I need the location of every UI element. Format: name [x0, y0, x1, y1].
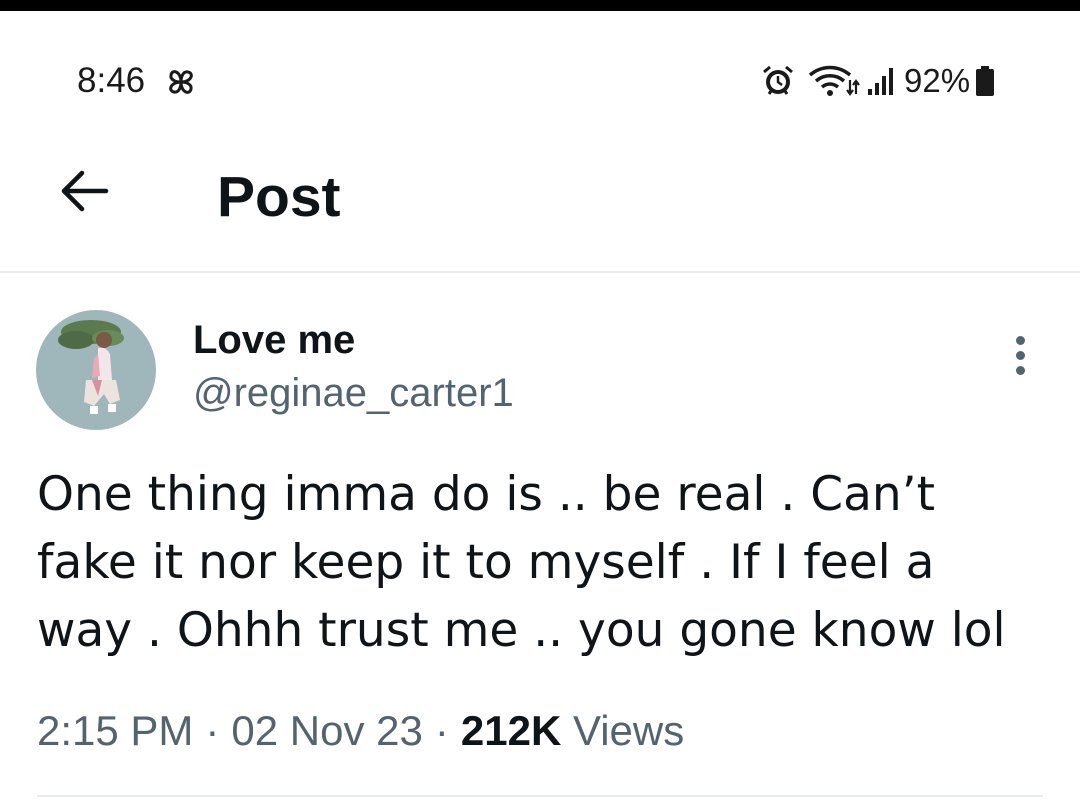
post-time[interactable]: 2:15 PM [37, 707, 193, 754]
post-meta: 2:15 PM · 02 Nov 23 · 212K Views [37, 706, 684, 756]
views-count[interactable]: 212K [461, 707, 561, 754]
views-label: Views [572, 707, 685, 754]
status-time: 8:46 [77, 61, 146, 100]
top-black-bar [0, 0, 1080, 11]
author-handle[interactable]: @reginae_carter1 [193, 370, 514, 416]
more-options-button[interactable] [1002, 336, 1038, 380]
signal-icon [868, 68, 893, 95]
alarm-icon [763, 65, 793, 95]
post-header: Post [0, 111, 1080, 271]
status-icons: 92% [760, 61, 996, 101]
status-bar: 8:46 92% [0, 11, 1080, 111]
post-text: One thing imma do is .. be real . Can’t … [37, 461, 1057, 665]
battery-icon [976, 66, 995, 96]
meta-separator: · [434, 707, 449, 754]
post-text-line: fake it nor keep it to myself . If I fee… [37, 535, 935, 590]
more-vertical-icon [1002, 336, 1038, 375]
header-divider [0, 271, 1080, 273]
page-title: Post [217, 165, 341, 229]
battery-percent: 92% [904, 62, 971, 99]
pinwheel-icon [169, 70, 193, 94]
meta-separator: · [205, 707, 220, 754]
wifi-icon [808, 65, 860, 96]
post-text-line: way . Ohhh trust me .. you gone know lol [37, 603, 1006, 658]
post-date[interactable]: 02 Nov 23 [231, 707, 422, 754]
post-text-line: One thing imma do is .. be real . Can’t [37, 467, 936, 522]
back-button[interactable] [56, 163, 112, 219]
arrow-left-icon [61, 170, 109, 212]
post-divider [37, 795, 1043, 797]
author-name[interactable]: Love me [193, 317, 355, 363]
avatar[interactable] [36, 310, 156, 430]
